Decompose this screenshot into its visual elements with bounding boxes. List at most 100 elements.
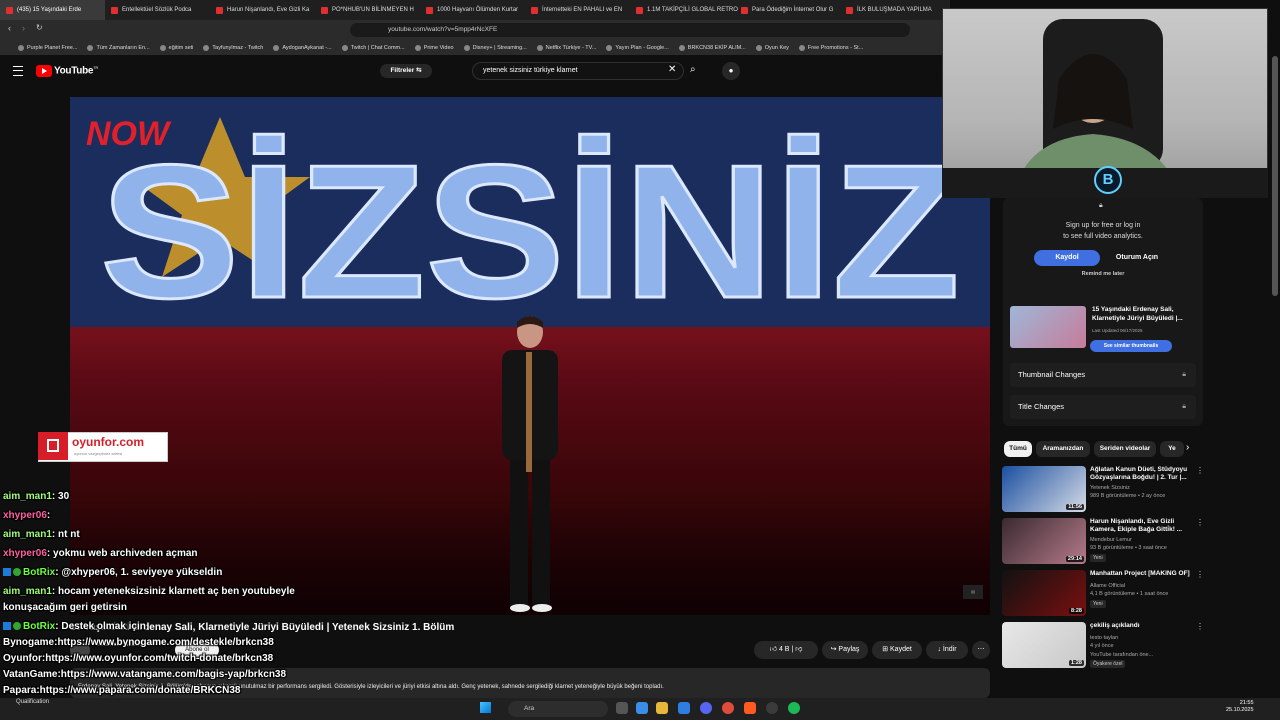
show-logo-text: SİZSİNİZ: [100, 126, 960, 327]
chrome-icon[interactable]: [722, 702, 734, 714]
recommendation-channel[interactable]: Allame Official: [1090, 582, 1190, 590]
chat-message: xhyper06:: [3, 509, 50, 522]
browser-tab[interactable]: 1000 Hayvanı Ölümden Kurtar: [420, 0, 525, 20]
recommendation-badge: Yeni: [1090, 554, 1106, 562]
bookmark-label: AydoganAykanat -...: [282, 44, 332, 51]
youtube-logo-text[interactable]: YouTubeTR: [54, 65, 98, 76]
bookmark-favicon-icon: [341, 44, 348, 51]
bookmark-item[interactable]: Prime Video: [414, 44, 454, 51]
recommendation-channel[interactable]: Yetenek Sizsiniz: [1090, 484, 1190, 492]
lock-icon: 🔒︎: [1182, 371, 1186, 378]
recommendation-thumbnail[interactable]: 1:28: [1002, 622, 1086, 668]
recommendation-channel[interactable]: Mendebur Lemur: [1090, 536, 1190, 544]
browser-tab[interactable]: Para Ödediğim İnternet Olur G: [735, 0, 840, 20]
download-button[interactable]: ↓ İndir: [926, 641, 968, 659]
clear-search-icon[interactable]: ✕: [668, 64, 676, 75]
video-duration: 1:28: [1068, 660, 1084, 666]
more-options-icon[interactable]: ⋮: [1196, 622, 1204, 631]
bookmark-item[interactable]: Tayfunylmaz - Twitch: [203, 44, 263, 51]
scrollbar[interactable]: [1272, 56, 1278, 296]
recommendation-meta: 93 B görüntüleme • 3 saat önce: [1090, 545, 1167, 551]
recommendation-thumbnail[interactable]: 29:14: [1002, 518, 1086, 564]
bookmark-item[interactable]: Oyun Key: [755, 44, 789, 51]
recommendation-title[interactable]: çekiliş açıklandı: [1090, 622, 1190, 630]
recommendation-title[interactable]: Manhattan Project [MAKING OF]: [1090, 570, 1190, 578]
spotify-icon[interactable]: [788, 702, 800, 714]
recommendation-thumbnail[interactable]: 11:56: [1002, 466, 1086, 512]
bookmark-item[interactable]: Netflix Türkiye - TV...: [536, 44, 597, 51]
search-input[interactable]: yetenek sizsiniz türkiye klarnet: [472, 62, 684, 80]
filter-chip[interactable]: Ye: [1160, 441, 1184, 457]
remind-later-link[interactable]: Remind me later: [1040, 271, 1166, 277]
taskbar-search[interactable]: Ara: [508, 701, 608, 717]
chevron-right-icon[interactable]: ›: [1186, 442, 1189, 453]
bookmark-item[interactable]: BRKCN38 EKİP ALIM...: [678, 44, 746, 51]
mic-icon[interactable]: ●: [722, 62, 740, 80]
bookmark-item[interactable]: Yayın Plan - Google...: [606, 44, 669, 51]
recommendation-thumbnail[interactable]: 8:28: [1002, 570, 1086, 616]
save-button[interactable]: ⊞ Kaydet: [872, 641, 922, 659]
share-button[interactable]: ↪ Paylaş: [822, 641, 868, 659]
chat-text: : nt nt: [51, 529, 80, 540]
widgets-icon[interactable]: [636, 702, 648, 714]
filter-chip[interactable]: Tümü: [1004, 441, 1032, 457]
recommendation-channel[interactable]: testo taylan: [1090, 634, 1190, 642]
browser-tab[interactable]: İnternetteki EN PAHALI ve EN: [525, 0, 630, 20]
recommendation-title[interactable]: Ağlatan Kanun Düeti, Stüdyoyu Gözyaşları…: [1090, 466, 1190, 482]
more-options-icon[interactable]: ⋮: [1196, 570, 1204, 579]
bookmark-label: Netflix Türkiye - TV...: [545, 44, 597, 51]
show-logo-art: NOW SİZSİNİZ: [70, 97, 990, 327]
bookmark-item[interactable]: eğitim seti: [159, 44, 193, 51]
filter-chip[interactable]: Aramanızdan: [1036, 441, 1090, 457]
bookmark-item[interactable]: Purple Planet Free...: [18, 44, 77, 51]
browser-tab[interactable]: Entellektüel Sözlük Podca: [105, 0, 210, 20]
browser-tab[interactable]: (435) 15 Yaşındaki Erde: [0, 0, 105, 20]
obs-icon[interactable]: [766, 702, 778, 714]
video-duration: 29:14: [1065, 556, 1084, 562]
bookmark-favicon-icon: [678, 44, 685, 51]
signup-button[interactable]: Kaydol: [1034, 250, 1100, 266]
recommendation-title[interactable]: Harun Nişanlandı, Eve Gizli Kamera, Ekip…: [1090, 518, 1190, 534]
recommendation-meta: 4 yıl önce: [1090, 643, 1114, 649]
tab-favicon-icon: [426, 6, 433, 14]
menu-icon[interactable]: [13, 66, 23, 76]
file-explorer-icon[interactable]: [656, 702, 668, 714]
url-field[interactable]: youtube.com/watch?v=5mpp4rNcXFE: [350, 23, 910, 37]
reload-icon[interactable]: ↻: [36, 23, 43, 32]
discord-icon[interactable]: [700, 702, 712, 714]
bookmark-item[interactable]: Disney+ | Streaming...: [463, 44, 527, 51]
youtube-logo-icon[interactable]: [36, 65, 52, 77]
like-button[interactable]: 👍︎ 4 B | 👎︎: [754, 641, 818, 659]
task-view-icon[interactable]: [616, 702, 628, 714]
tab-label: 1.1M TAKİPÇİLİ GLOBAL RETRO: [647, 7, 738, 13]
bookmark-item[interactable]: Tüm Zamanların En...: [87, 44, 150, 51]
title-changes-row[interactable]: Title Changes 🔒︎: [1010, 395, 1196, 419]
video-player[interactable]: NOW SİZSİNİZ ▤: [70, 97, 990, 615]
filters-button[interactable]: Filtreler ⇆: [380, 64, 432, 78]
back-icon[interactable]: ‹: [8, 23, 11, 33]
browser-tab[interactable]: PO*NHUB'UN BİLİNMEYEN H: [315, 0, 420, 20]
bookmark-item[interactable]: AydoganAykanat -...: [273, 44, 332, 51]
login-button[interactable]: Oturum Açın: [1106, 250, 1168, 266]
thumbnail-changes-label: Thumbnail Changes: [1018, 370, 1086, 379]
thumbnail-changes-row[interactable]: Thumbnail Changes 🔒︎: [1010, 363, 1196, 387]
more-options-icon[interactable]: ⋮: [1196, 518, 1204, 527]
bookmark-item[interactable]: Free Promotions - St...: [798, 44, 863, 51]
signup-prompt: Sign up for free or log in to see full vi…: [1040, 220, 1166, 242]
brave-icon[interactable]: [744, 702, 756, 714]
similar-thumbnails-button[interactable]: See similar thumbnails: [1090, 340, 1172, 352]
search-icon[interactable]: ⌕: [690, 64, 696, 75]
forward-icon[interactable]: ›: [22, 23, 25, 33]
recommendation-extra: YouTube tarafından öne...: [1090, 652, 1154, 658]
browser-tab[interactable]: İLK BULUŞMADA YAPILMA: [840, 0, 945, 20]
mail-icon[interactable]: [678, 702, 690, 714]
bookmark-item[interactable]: Twitch | Chat Comm...: [341, 44, 405, 51]
bookmark-favicon-icon: [203, 44, 210, 51]
browser-tab[interactable]: 1.1M TAKİPÇİLİ GLOBAL RETRO: [630, 0, 738, 20]
more-options-icon[interactable]: ⋮: [1196, 466, 1204, 475]
windows-start-icon[interactable]: [480, 702, 491, 713]
browser-tab[interactable]: Harun Nişanlandı, Eve Gizli Ka: [210, 0, 315, 20]
bookmark-label: Twitch | Chat Comm...: [350, 44, 405, 51]
filter-chip[interactable]: Seriden videolar: [1094, 441, 1156, 457]
more-actions-icon[interactable]: ⋯: [972, 641, 990, 659]
